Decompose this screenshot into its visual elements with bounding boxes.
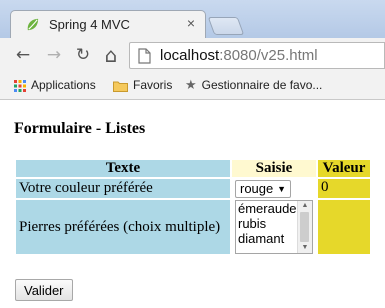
bookmark-favoris[interactable]: Favoris	[113, 78, 172, 92]
reload-icon[interactable]: ↻	[72, 44, 94, 66]
url-host: localhost	[160, 47, 220, 64]
stones-multiselect[interactable]: émeraude rubis diamant ▲ ▼	[235, 200, 313, 254]
row-label: Pierres préférées (choix multiple)	[16, 200, 230, 254]
valeur-cell	[318, 200, 370, 254]
forward-icon[interactable]: →	[43, 44, 65, 66]
header-valeur: Valeur	[318, 160, 370, 177]
scroll-up-icon[interactable]: ▲	[298, 201, 312, 211]
page-icon	[138, 48, 151, 64]
color-select[interactable]: rouge ▼	[235, 179, 291, 198]
header-texte: Texte	[16, 160, 230, 177]
bookmark-label: Gestionnaire de favo...	[201, 78, 323, 92]
bookmark-label: Favoris	[133, 78, 173, 92]
scrollbar-thumb[interactable]	[300, 212, 309, 242]
form-table: Texte Saisie Valeur Votre couleur préfér…	[14, 158, 372, 256]
select-value: rouge	[240, 180, 274, 196]
bookmarks-bar: Applications Favoris ★ Gestionnaire de fa…	[0, 73, 385, 100]
browser-tab[interactable]: Spring 4 MVC ×	[10, 10, 206, 38]
listbox-scrollbar[interactable]: ▲ ▼	[297, 201, 312, 253]
star-icon: ★	[185, 78, 197, 94]
valeur-cell: 0	[318, 179, 370, 198]
saisie-cell: émeraude rubis diamant ▲ ▼	[232, 200, 316, 254]
toolbar: ← → ↻ ⌂ localhost:8080/v25.html	[0, 38, 385, 73]
tab-close-icon[interactable]: ×	[187, 15, 195, 31]
tab-title: Spring 4 MVC	[49, 17, 130, 32]
scroll-down-icon[interactable]: ▼	[298, 243, 312, 253]
table-row: Votre couleur préférée rouge ▼ 0	[16, 179, 370, 198]
home-icon[interactable]: ⌂	[100, 44, 122, 66]
back-icon[interactable]: ←	[12, 44, 34, 66]
browser-chrome: Spring 4 MVC × ← → ↻ ⌂ localhost:8080/v2…	[0, 0, 385, 100]
dropdown-arrow-icon: ▼	[277, 183, 286, 194]
row-label: Votre couleur préférée	[16, 179, 230, 198]
apps-grid-icon	[14, 79, 26, 92]
bookmark-applications[interactable]: Applications	[14, 78, 96, 92]
address-bar[interactable]: localhost:8080/v25.html	[129, 42, 385, 69]
header-row: Texte Saisie Valeur	[16, 160, 370, 177]
saisie-cell: rouge ▼	[232, 179, 316, 198]
url-path: :8080/v25.html	[219, 47, 318, 64]
new-tab-button[interactable]	[207, 17, 245, 35]
submit-button[interactable]: Valider	[15, 279, 73, 301]
page-title: Formulaire - Listes	[14, 120, 146, 137]
page-content: Formulaire - Listes Texte Saisie Valeur …	[0, 100, 385, 308]
url-text: localhost:8080/v25.html	[160, 47, 318, 64]
bookmark-manager[interactable]: ★ Gestionnaire de favo...	[185, 78, 322, 93]
folder-icon	[113, 81, 128, 92]
bookmark-label: Applications	[31, 78, 96, 92]
title-bar: Spring 4 MVC ×	[0, 0, 385, 38]
header-saisie: Saisie	[232, 160, 316, 177]
spring-leaf-icon	[27, 18, 39, 31]
table-row: Pierres préférées (choix multiple) émera…	[16, 200, 370, 254]
